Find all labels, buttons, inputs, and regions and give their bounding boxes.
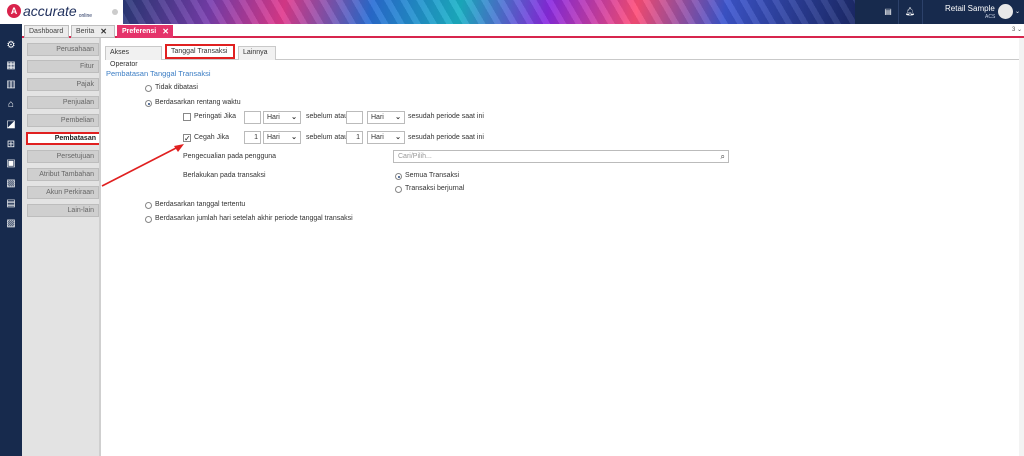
user-name[interactable]: Retail Sample: [945, 4, 995, 13]
menu-item-perusahaan[interactable]: Perusahaan: [27, 43, 99, 56]
label-tanggal-tertentu: Berdasarkan tanggal tertentu: [155, 201, 246, 208]
tab-label: Preferensi: [122, 28, 157, 35]
separator: [898, 0, 899, 24]
app-header: A accurate online ▤ 🔔︎ Retail Sample ACS…: [0, 0, 1024, 24]
shopping-cart-icon[interactable]: ⊞: [5, 139, 17, 151]
label-cegah: Cegah Jika: [194, 134, 230, 141]
chevron-down-icon: ⌄: [395, 114, 401, 121]
user-search-input[interactable]: Cari/Pilih... ⌕: [393, 150, 729, 163]
radio-semua-transaksi[interactable]: [395, 173, 402, 180]
main-sidebar: ⚙ ▦ ▥ ⌂ ◪ ⊞ ▣ ▧ ▤ ▨: [0, 24, 22, 456]
label-between: sebelum atau: [306, 134, 349, 141]
section-title: Pembatasan Tanggal Transaksi: [106, 69, 211, 78]
bank-icon[interactable]: ⌂: [5, 99, 17, 111]
label-peringati: Peringati Jika: [194, 113, 237, 120]
menu-item-persetujuan[interactable]: Persetujuan: [27, 150, 99, 163]
tab-label: Dashboard: [29, 28, 64, 35]
menu-item-akun-perkiraan[interactable]: Akun Perkiraan: [27, 186, 99, 199]
chevron-down-icon: ⌄: [291, 134, 297, 141]
user-area: ▤ 🔔︎ Retail Sample ACS ⌄: [855, 0, 1024, 24]
calculator-icon[interactable]: ▤: [5, 198, 17, 210]
close-icon[interactable]: ✕: [100, 26, 107, 37]
tab-count[interactable]: 3 ⌄: [1012, 26, 1022, 33]
select-value: Hari: [267, 114, 280, 121]
tab-lainnya[interactable]: Lainnya: [238, 46, 276, 60]
menu-item-fitur[interactable]: Fitur: [27, 60, 99, 73]
select-value: Hari: [267, 134, 280, 141]
label-suffix: sesudah periode saat ini: [408, 134, 484, 141]
search-placeholder: Cari/Pilih...: [398, 153, 432, 160]
chevron-down-icon: ⌄: [291, 114, 297, 121]
user-sub: ACS: [985, 14, 996, 20]
peringati-before-input[interactable]: [244, 111, 261, 124]
close-icon[interactable]: ✕: [162, 26, 169, 37]
tab-bar: Dashboard Berita ✕ Preferensi ✕ 3 ⌄: [22, 24, 1024, 38]
bell-icon[interactable]: 🔔︎: [905, 7, 915, 17]
status-dot: [112, 9, 118, 15]
chevron-down-icon[interactable]: ⌄: [1015, 8, 1020, 15]
sub-tab-bar: Akses Operator Tanggal Transaksi Lainnya: [105, 44, 1019, 68]
book-icon[interactable]: ▥: [5, 79, 17, 91]
tab-label: Berita: [76, 28, 95, 35]
factory-icon[interactable]: ▧: [5, 178, 17, 190]
gear-icon[interactable]: ⚙: [5, 40, 17, 52]
book-icon[interactable]: ▤: [883, 7, 893, 17]
label-between: sebelum atau: [306, 113, 349, 120]
logo-mark: A: [7, 4, 21, 18]
menu-item-pembelian[interactable]: Pembelian: [27, 114, 99, 127]
preferences-menu: Perusahaan Fitur Pajak Penjualan Pembeli…: [22, 38, 102, 456]
label-tidak-dibatasi: Tidak dibatasi: [155, 84, 198, 91]
select-value: Hari: [371, 114, 384, 121]
cegah-after-unit-select[interactable]: Hari ⌄: [367, 131, 405, 144]
radio-rentang-waktu[interactable]: [145, 100, 152, 107]
logo-text: accurate: [23, 3, 77, 19]
peringati-after-unit-select[interactable]: Hari ⌄: [367, 111, 405, 124]
menu-item-pajak[interactable]: Pajak: [27, 78, 99, 91]
peringati-after-input[interactable]: [346, 111, 363, 124]
peringati-before-unit-select[interactable]: Hari ⌄: [263, 111, 301, 124]
checkbox-peringati[interactable]: [183, 113, 191, 121]
label-semua-transaksi: Semua Transaksi: [405, 172, 460, 179]
avatar[interactable]: [998, 4, 1013, 19]
scrollbar[interactable]: [1019, 38, 1024, 456]
radio-tidak-dibatasi[interactable]: [145, 85, 152, 92]
cegah-before-input[interactable]: 1: [244, 131, 261, 144]
tab-akses-operator[interactable]: Akses Operator: [105, 46, 162, 68]
menu-item-atribut-tambahan[interactable]: Atribut Tambahan: [27, 168, 99, 181]
label-transaksi-berjurnal: Transaksi berjurnal: [405, 185, 465, 192]
logo-sub: online: [78, 13, 93, 19]
separator: [922, 0, 923, 24]
radio-transaksi-berjurnal[interactable]: [395, 186, 402, 193]
chevron-down-icon: ⌄: [395, 134, 401, 141]
tab-preferensi[interactable]: Preferensi ✕: [117, 25, 173, 38]
app-logo[interactable]: A accurate online: [7, 3, 92, 19]
select-value: Hari: [371, 134, 384, 141]
building-icon[interactable]: ▦: [5, 60, 17, 72]
menu-item-lain-lain[interactable]: Lain-lain: [27, 204, 99, 217]
report-icon[interactable]: ▨: [5, 218, 17, 230]
menu-item-penjualan[interactable]: Penjualan: [27, 96, 99, 109]
cart-icon[interactable]: ◪: [5, 119, 17, 131]
cegah-before-unit-select[interactable]: Hari ⌄: [263, 131, 301, 144]
cegah-after-input[interactable]: 1: [346, 131, 363, 144]
label-jumlah-hari: Berdasarkan jumlah hari setelah akhir pe…: [155, 215, 353, 222]
tab-tanggal-transaksi[interactable]: Tanggal Transaksi: [165, 44, 235, 59]
annotation-arrow: [101, 144, 184, 187]
truck-icon[interactable]: ▣: [5, 158, 17, 170]
header-banner: [123, 0, 855, 24]
preferences-content: Akses Operator Tanggal Transaksi Lainnya…: [101, 38, 1019, 456]
radio-tanggal-tertentu[interactable]: [145, 202, 152, 209]
tab-berita[interactable]: Berita ✕: [71, 25, 115, 38]
label-suffix: sesudah periode saat ini: [408, 113, 484, 120]
label-rentang-waktu: Berdasarkan rentang waktu: [155, 99, 241, 106]
label-pengecualian: Pengecualian pada pengguna: [183, 153, 277, 160]
label-berlakukan: Berlakukan pada transaksi: [183, 172, 266, 179]
tab-dashboard[interactable]: Dashboard: [24, 25, 69, 38]
search-icon[interactable]: ⌕: [721, 151, 725, 162]
radio-jumlah-hari[interactable]: [145, 216, 152, 223]
menu-item-pembatasan[interactable]: Pembatasan: [26, 132, 102, 145]
